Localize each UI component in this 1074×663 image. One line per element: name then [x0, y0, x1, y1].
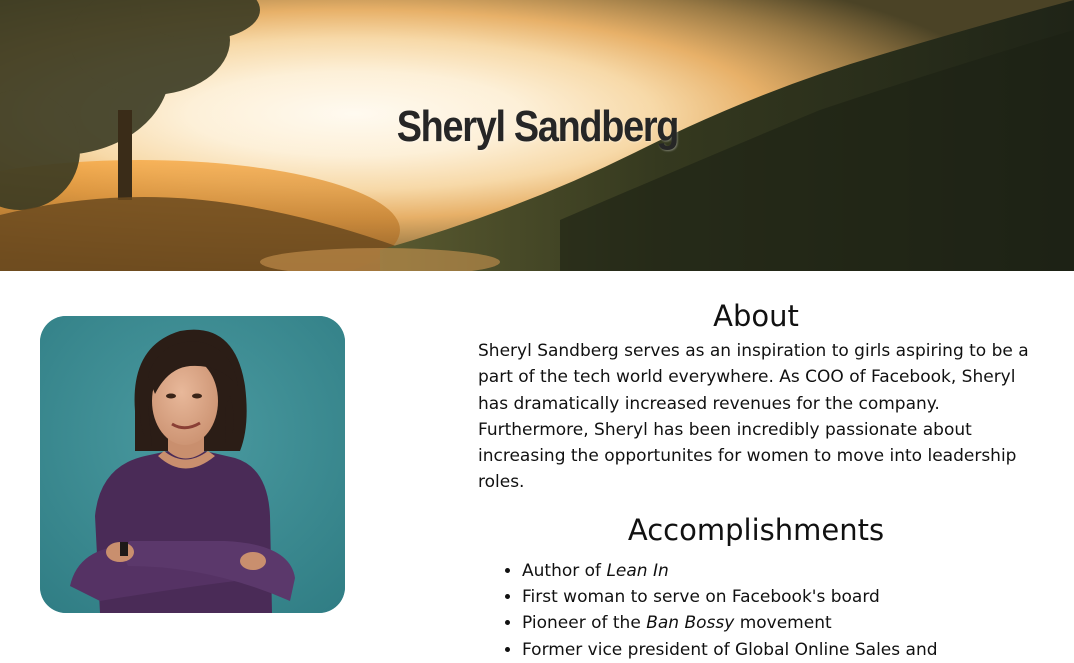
person-image [40, 316, 345, 613]
about-heading: About [713, 299, 799, 333]
accomplishments-section: Accomplishments Author of Lean In First … [478, 510, 1034, 663]
list-item: Pioneer of the Ban Bossy movement [522, 610, 1034, 636]
page-title: Sheryl Sandberg [396, 102, 680, 151]
main-content: About Sheryl Sandberg serves as an inspi… [478, 296, 1034, 663]
hero-banner: Sheryl Sandberg [0, 0, 1074, 271]
list-item: First woman to serve on Facebook's board [522, 584, 1034, 610]
about-text: Sheryl Sandberg serves as an inspiration… [478, 341, 1029, 493]
accomplishments-list: Author of Lean In First woman to serve o… [478, 558, 1034, 663]
list-item: Former vice president of Global Online S… [522, 637, 1034, 663]
portrait-photo [40, 316, 345, 613]
list-item: Author of Lean In [522, 558, 1034, 584]
accomplishments-heading: Accomplishments [627, 512, 885, 547]
about-section: About Sheryl Sandberg serves as an inspi… [478, 296, 1034, 496]
